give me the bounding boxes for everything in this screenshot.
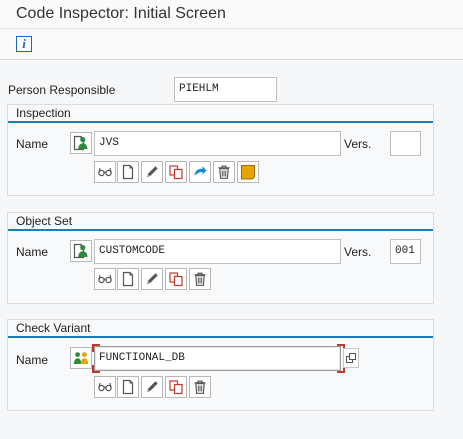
- edit-icon[interactable]: [141, 268, 163, 290]
- execute-icon[interactable]: [189, 161, 211, 183]
- window-title: Code Inspector: Initial Screen: [16, 5, 226, 22]
- focus-corner-icon: [92, 365, 100, 373]
- inspection-group-title: Inspection: [16, 106, 71, 120]
- object-set-vers-field[interactable]: 001: [390, 239, 421, 264]
- person-icon[interactable]: [70, 132, 92, 154]
- display-icon[interactable]: [94, 268, 116, 290]
- inspection-vers-field[interactable]: [390, 131, 421, 156]
- check-variant-group-divider: [8, 336, 433, 338]
- results-icon[interactable]: [237, 161, 259, 183]
- main-content: Person Responsible PIEHLM Inspection Nam…: [0, 60, 463, 439]
- create-icon[interactable]: [117, 161, 139, 183]
- inspection-name-label: Name: [16, 137, 49, 151]
- copy-icon[interactable]: [165, 161, 187, 183]
- check-variant-name-field[interactable]: FUNCTIONAL_DB: [94, 346, 341, 371]
- application-toolbar: i: [0, 29, 463, 60]
- info-icon[interactable]: i: [16, 36, 32, 52]
- copy-icon[interactable]: [165, 376, 187, 398]
- delete-icon[interactable]: [189, 268, 211, 290]
- object-set-group-divider: [8, 229, 433, 231]
- inspection-name-field[interactable]: JVS: [94, 131, 341, 156]
- value-help-icon[interactable]: [343, 348, 359, 368]
- edit-icon[interactable]: [141, 161, 163, 183]
- create-icon[interactable]: [117, 268, 139, 290]
- display-icon[interactable]: [94, 376, 116, 398]
- delete-icon[interactable]: [213, 161, 235, 183]
- person-responsible-field[interactable]: PIEHLM: [174, 77, 277, 102]
- inspection-vers-label: Vers.: [344, 137, 372, 151]
- display-icon[interactable]: [94, 161, 116, 183]
- copy-icon[interactable]: [165, 268, 187, 290]
- person-responsible-label: Person Responsible: [8, 83, 116, 97]
- object-set-name-field[interactable]: CUSTOMCODE: [94, 239, 341, 264]
- edit-icon[interactable]: [141, 376, 163, 398]
- inspection-group-divider: [8, 121, 433, 123]
- person-icon[interactable]: [70, 240, 92, 262]
- title-bar: Code Inspector: Initial Screen: [0, 0, 463, 29]
- delete-icon[interactable]: [189, 376, 211, 398]
- object-set-name-label: Name: [16, 245, 49, 259]
- object-set-vers-label: Vers.: [344, 245, 372, 259]
- persons-icon[interactable]: [70, 347, 92, 369]
- check-variant-group-title: Check Variant: [16, 321, 91, 335]
- create-icon[interactable]: [117, 376, 139, 398]
- object-set-group-title: Object Set: [16, 214, 73, 228]
- focus-corner-icon: [92, 344, 100, 352]
- check-variant-name-label: Name: [16, 353, 49, 367]
